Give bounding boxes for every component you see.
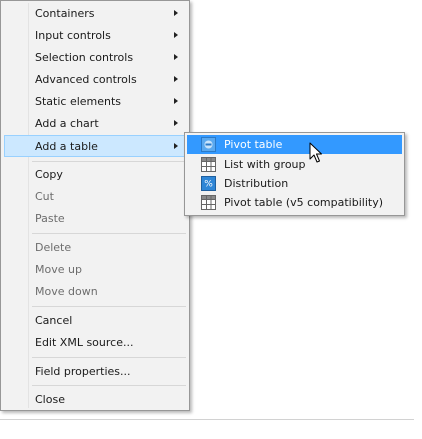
menu-item-label: Add a table: [35, 139, 98, 153]
submenu-arrow-icon: [174, 120, 178, 126]
menu-item-label: Advanced controls: [35, 73, 137, 86]
submenu-item-distribution[interactable]: % Distribution: [187, 174, 402, 193]
submenu-item-pivot-table[interactable]: Pivot table: [187, 135, 402, 154]
menu-item-label: Static elements: [35, 95, 122, 108]
submenu-arrow-icon: [174, 76, 178, 82]
add-table-submenu: Pivot table List with group % Distributi…: [184, 132, 405, 216]
submenu-arrow-icon: [174, 143, 178, 149]
menu-separator: [32, 357, 186, 358]
pivot-table-v5-icon: [201, 195, 216, 210]
menu-item-label: Paste: [35, 212, 65, 225]
menu-item-containers[interactable]: Containers: [4, 3, 186, 24]
distribution-icon: %: [201, 176, 216, 191]
menu-item-label: Input controls: [35, 29, 111, 42]
menu-item-add-a-table[interactable]: Add a table: [4, 135, 186, 157]
menu-item-edit-xml-source[interactable]: Edit XML source...: [4, 332, 186, 353]
submenu-item-label: Distribution: [224, 177, 289, 190]
submenu-item-label: List with group: [224, 158, 306, 171]
menu-separator: [32, 233, 186, 234]
submenu-item-label: Pivot table: [224, 138, 283, 151]
menu-item-cancel[interactable]: Cancel: [4, 310, 186, 331]
menu-item-label: Edit XML source...: [35, 336, 134, 349]
menu-item-delete: Delete: [4, 237, 186, 258]
mouse-pointer-icon: [309, 142, 323, 164]
menu-item-label: Copy: [35, 168, 63, 181]
menu-separator: [32, 385, 186, 386]
context-menu: Containers Input controls Selection cont…: [0, 0, 190, 411]
submenu-arrow-icon: [174, 10, 178, 16]
menu-item-advanced-controls[interactable]: Advanced controls: [4, 69, 186, 90]
menu-item-move-down: Move down: [4, 281, 186, 302]
menu-item-label: Cancel: [35, 314, 73, 327]
list-grid-icon: [201, 157, 216, 172]
menu-item-label: Cut: [35, 190, 54, 203]
menu-item-paste: Paste: [4, 208, 186, 229]
submenu-item-label: Pivot table (v5 compatibility): [224, 196, 384, 209]
menu-item-input-controls[interactable]: Input controls: [4, 25, 186, 46]
menu-item-label: Containers: [35, 7, 95, 20]
menu-item-label: Selection controls: [35, 51, 134, 64]
submenu-item-list-with-group[interactable]: List with group: [187, 155, 402, 174]
menu-item-label: Move up: [35, 263, 82, 276]
menu-item-label: Delete: [35, 241, 72, 254]
menu-separator: [32, 161, 186, 162]
menu-item-move-up: Move up: [4, 259, 186, 280]
menu-item-selection-controls[interactable]: Selection controls: [4, 47, 186, 68]
menu-separator: [32, 306, 186, 307]
menu-item-label: Field properties...: [35, 365, 131, 378]
svg-text:%: %: [204, 180, 213, 190]
submenu-arrow-icon: [174, 32, 178, 38]
submenu-arrow-icon: [174, 54, 178, 60]
menu-item-add-a-chart[interactable]: Add a chart: [4, 113, 186, 134]
menu-item-label: Close: [35, 393, 65, 406]
menu-item-copy[interactable]: Copy: [4, 164, 186, 185]
background-divider-line: [0, 419, 414, 420]
menu-item-field-properties[interactable]: Field properties...: [4, 361, 186, 382]
menu-item-cut: Cut: [4, 186, 186, 207]
submenu-arrow-icon: [174, 98, 178, 104]
submenu-item-pivot-table-v5[interactable]: Pivot table (v5 compatibility): [187, 193, 402, 212]
menu-item-label: Move down: [35, 285, 98, 298]
menu-item-static-elements[interactable]: Static elements: [4, 91, 186, 112]
menu-item-label: Add a chart: [35, 117, 99, 130]
menu-item-close[interactable]: Close: [4, 389, 186, 410]
pivot-table-icon: [201, 137, 216, 152]
